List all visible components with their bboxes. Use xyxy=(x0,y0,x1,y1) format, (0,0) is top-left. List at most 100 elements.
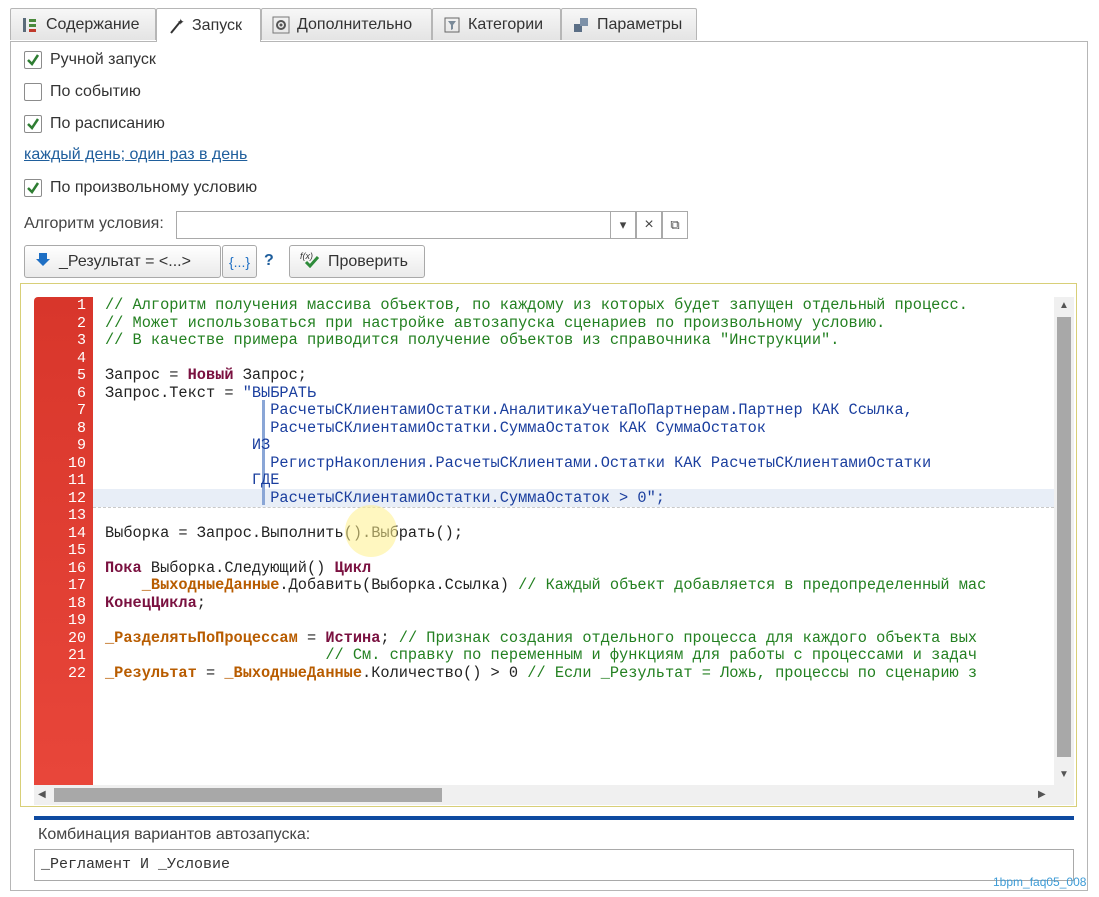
line-number: 1 xyxy=(76,297,86,314)
on-condition-checkbox[interactable]: По произвольному условию xyxy=(24,179,257,197)
line-number: 17 xyxy=(67,577,86,594)
line-number: 2 xyxy=(76,314,86,332)
scroll-up-icon[interactable]: ▲ xyxy=(1059,300,1069,311)
line-number: 9 xyxy=(76,437,86,454)
code-line-11: ГДЕ xyxy=(105,471,280,489)
vertical-scroll-thumb[interactable] xyxy=(1057,317,1071,757)
code-line-21: // См. справку по переменным и функциям … xyxy=(325,646,978,664)
line-number: 22 xyxy=(67,664,86,682)
code-line-6: Запрос.Текст = "ВЫБРАТЬ xyxy=(105,383,317,402)
gear-icon xyxy=(272,16,290,34)
manual-launch-checkbox[interactable]: Ручной запуск xyxy=(24,51,156,69)
checkbox-checked-icon xyxy=(24,115,42,133)
schedule-link[interactable]: каждый день; один раз в день xyxy=(24,146,247,164)
code-line-5: Запрос = Новый Запрос; xyxy=(105,366,307,384)
on-schedule-checkbox[interactable]: По расписанию xyxy=(24,115,165,133)
on-event-checkbox[interactable]: По событию xyxy=(24,83,141,101)
code-line-8: РасчетыСКлиентамиОстатки.СуммаОстаток КА… xyxy=(105,418,766,437)
line-number: 21 xyxy=(67,647,86,664)
svg-text:✦: ✦ xyxy=(177,17,185,27)
magic-wand-icon: ✦ xyxy=(167,17,185,35)
check-button-label: Проверить xyxy=(328,252,409,270)
vertical-scrollbar[interactable]: ▲ ▼ xyxy=(1054,297,1074,785)
code-line-20: _РазделятьПоПроцессам = Истина; // Призн… xyxy=(105,628,978,647)
line-number: 7 xyxy=(76,402,86,419)
manual-launch-label: Ручной запуск xyxy=(50,51,156,68)
tab-parameters[interactable]: Параметры xyxy=(561,8,697,40)
line-number: 4 xyxy=(76,349,86,367)
category-filter-icon xyxy=(443,16,461,34)
tab-launch-label: Запуск xyxy=(192,16,243,34)
tree-structure-icon xyxy=(21,16,39,34)
code-line-17: _ВыходныеДанные.Добавить(Выборка.Ссылка)… xyxy=(141,576,987,594)
tab-categories-label: Категории xyxy=(468,15,544,33)
code-line-16: Пока Выборка.Следующий() Цикл xyxy=(105,558,372,577)
scroll-down-icon[interactable]: ▼ xyxy=(1059,769,1069,780)
section-separator xyxy=(34,816,1074,820)
line-number: 14 xyxy=(67,524,86,542)
open-window-icon: ⧉ xyxy=(670,217,680,232)
close-icon: × xyxy=(644,216,654,233)
tab-content[interactable]: Содержание xyxy=(10,8,156,40)
horizontal-scroll-thumb[interactable] xyxy=(54,788,442,802)
code-line-2: // Может использоваться при настройке ав… xyxy=(105,313,886,332)
checkbox-unchecked-icon xyxy=(24,83,42,101)
checkbox-checked-icon xyxy=(24,179,42,197)
watermark: 1bpm_faq05_008 xyxy=(993,875,1087,889)
line-number: 13 xyxy=(67,507,86,524)
line-number: 3 xyxy=(76,332,86,349)
line-number: 10 xyxy=(67,454,86,472)
code-editor[interactable]: 1 2 3 4 5 6 7 8 9 10 11 12 13 14 15 16 1… xyxy=(34,297,1074,785)
line-number: 18 xyxy=(67,594,86,612)
result-template-label: _Результат = <...> xyxy=(59,252,191,270)
horizontal-scrollbar[interactable]: ◀ ▶ xyxy=(34,785,1074,805)
code-line-18: КонецЦикла; xyxy=(105,593,206,612)
svg-text:f(x): f(x) xyxy=(300,251,313,261)
algorithm-input[interactable] xyxy=(176,211,612,239)
parameters-icon xyxy=(572,16,590,34)
check-button[interactable]: f(x) Проверить xyxy=(289,245,425,278)
braces-icon: {...} xyxy=(228,253,251,270)
algorithm-label: Алгоритм условия: xyxy=(24,215,164,232)
code-line-14: Выборка = Запрос.Выполнить().Выбрать(); xyxy=(105,523,464,542)
combination-input[interactable]: _Регламент И _Условие xyxy=(34,849,1074,881)
code-line-7: РасчетыСКлиентамиОстатки.АналитикаУчетаП… xyxy=(105,401,913,419)
scroll-right-icon[interactable]: ▶ xyxy=(1038,789,1046,800)
code-line-9: ИЗ xyxy=(105,436,271,454)
line-number: 20 xyxy=(67,629,86,647)
on-schedule-label: По расписанию xyxy=(50,115,165,132)
tab-additional-label: Дополнительно xyxy=(297,15,413,33)
tab-categories[interactable]: Категории xyxy=(432,8,561,40)
braces-button[interactable]: {...} xyxy=(222,245,257,278)
on-condition-label: По произвольному условию xyxy=(50,179,258,196)
line-number: 8 xyxy=(76,419,86,437)
function-check-icon: f(x) xyxy=(300,250,320,273)
code-line-3: // В качестве примера приводится получен… xyxy=(105,331,840,349)
help-link[interactable]: ? xyxy=(264,252,274,270)
algorithm-open-button[interactable]: ⧉ xyxy=(662,211,688,239)
tab-launch[interactable]: ✦ Запуск xyxy=(156,8,261,42)
checkbox-checked-icon xyxy=(24,51,42,69)
line-number: 16 xyxy=(67,559,86,577)
code-line-10: РегистрНакопления.РасчетыСКлиентами.Оста… xyxy=(105,453,932,472)
line-number: 6 xyxy=(76,384,86,402)
line-number: 15 xyxy=(67,542,86,559)
algorithm-dropdown-button[interactable]: ▾ xyxy=(610,211,636,239)
line-number: 12 xyxy=(67,489,86,507)
scroll-left-icon[interactable]: ◀ xyxy=(38,789,46,800)
code-line-1: // Алгоритм получения массива объектов, … xyxy=(105,297,968,314)
tab-parameters-label: Параметры xyxy=(597,15,683,33)
line-number: 11 xyxy=(67,472,86,489)
chevron-down-icon: ▾ xyxy=(619,217,627,232)
mouse-cursor-highlight xyxy=(345,505,397,557)
code-line-22: _Результат = _ВыходныеДанные.Количество(… xyxy=(105,663,978,682)
line-number: 19 xyxy=(67,612,86,629)
tab-content-label: Содержание xyxy=(46,15,140,33)
algorithm-clear-button[interactable]: × xyxy=(636,211,662,239)
line-number: 5 xyxy=(76,367,86,384)
result-template-button[interactable]: _Результат = <...> xyxy=(24,245,221,278)
arrow-down-icon xyxy=(35,251,51,272)
block-separator xyxy=(93,507,1054,508)
combination-label: Комбинация вариантов автозапуска: xyxy=(38,826,311,843)
tab-additional[interactable]: Дополнительно xyxy=(261,8,432,40)
